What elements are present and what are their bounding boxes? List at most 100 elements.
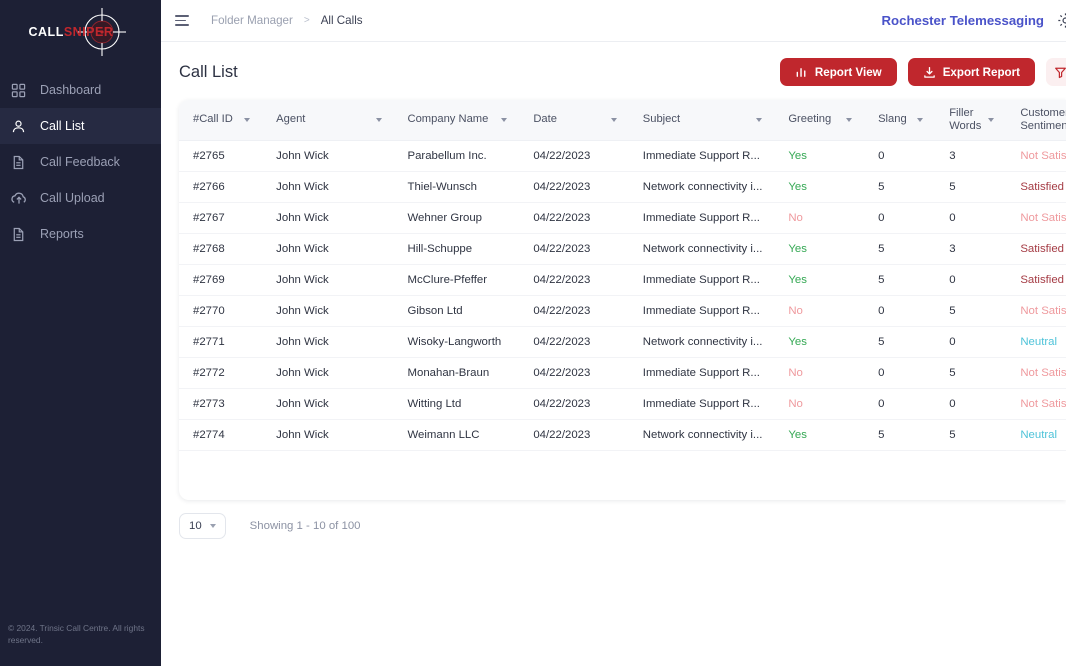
column-header[interactable]: #Call ID bbox=[179, 100, 262, 140]
column-header[interactable]: Greeting bbox=[774, 100, 864, 140]
cell-subject: Network connectivity i... bbox=[629, 171, 775, 202]
cell-call-id: #2774 bbox=[179, 419, 262, 450]
cell-slang: 0 bbox=[864, 295, 935, 326]
column-sort-caret-icon[interactable] bbox=[988, 118, 994, 122]
page-size-select[interactable]: 10 bbox=[179, 513, 226, 539]
cell-subject: Network connectivity i... bbox=[629, 419, 775, 450]
column-header-label: #Call ID bbox=[193, 113, 233, 126]
sidebar-item-call-feedback[interactable]: Call Feedback bbox=[0, 144, 161, 180]
cell-agent: John Wick bbox=[262, 140, 393, 171]
sidebar-item-label: Dashboard bbox=[40, 83, 101, 97]
cell-filler-words: 5 bbox=[935, 295, 1006, 326]
cell-agent: John Wick bbox=[262, 202, 393, 233]
cell-call-id: #2773 bbox=[179, 388, 262, 419]
page-size-value: 10 bbox=[189, 520, 202, 532]
table-row[interactable]: #2774John WickWeimann LLC04/22/2023Netwo… bbox=[179, 419, 1066, 450]
page-actions: Report View Export Report bbox=[780, 58, 1066, 86]
table-row[interactable]: #2770John WickGibson Ltd04/22/2023Immedi… bbox=[179, 295, 1066, 326]
cell-date: 04/22/2023 bbox=[519, 357, 628, 388]
cell-call-id: #2765 bbox=[179, 140, 262, 171]
cell-greeting: No bbox=[774, 295, 864, 326]
cell-company-name: Wehner Group bbox=[394, 202, 520, 233]
cell-greeting: Yes bbox=[774, 171, 864, 202]
cell-filler-words: 0 bbox=[935, 264, 1006, 295]
cell-date: 04/22/2023 bbox=[519, 326, 628, 357]
logo[interactable]: CALLSNIPER bbox=[0, 0, 161, 64]
sidebar-item-reports[interactable]: Reports bbox=[0, 216, 161, 252]
cell-customer-sentiment: Not Satisfied bbox=[1006, 140, 1066, 171]
cell-slang: 0 bbox=[864, 388, 935, 419]
sidebar-item-dashboard[interactable]: Dashboard bbox=[0, 72, 161, 108]
gear-icon[interactable] bbox=[1054, 10, 1066, 32]
cell-company-name: Gibson Ltd bbox=[394, 295, 520, 326]
table-row[interactable]: #2771John WickWisoky-Langworth04/22/2023… bbox=[179, 326, 1066, 357]
cell-filler-words: 5 bbox=[935, 419, 1006, 450]
cell-greeting: Yes bbox=[774, 264, 864, 295]
table-row[interactable]: #2767John WickWehner Group04/22/2023Imme… bbox=[179, 202, 1066, 233]
cell-filler-words: 0 bbox=[935, 388, 1006, 419]
cell-subject: Immediate Support R... bbox=[629, 357, 775, 388]
table-row[interactable]: #2772John WickMonahan-Braun04/22/2023Imm… bbox=[179, 357, 1066, 388]
table-body: #2765John WickParabellum Inc.04/22/2023I… bbox=[179, 140, 1066, 450]
table-row[interactable]: #2766John WickThiel-Wunsch04/22/2023Netw… bbox=[179, 171, 1066, 202]
column-header[interactable]: Filler Words bbox=[935, 100, 1006, 140]
table-row[interactable]: #2769John WickMcClure-Pfeffer04/22/2023I… bbox=[179, 264, 1066, 295]
cell-customer-sentiment: Satisfied bbox=[1006, 171, 1066, 202]
sidebar-item-label: Call List bbox=[40, 119, 84, 133]
column-sort-caret-icon[interactable] bbox=[846, 118, 852, 122]
column-header[interactable]: Slang bbox=[864, 100, 935, 140]
cell-subject: Immediate Support R... bbox=[629, 140, 775, 171]
sidebar-item-call-upload[interactable]: Call Upload bbox=[0, 180, 161, 216]
column-sort-caret-icon[interactable] bbox=[501, 118, 507, 122]
cell-agent: John Wick bbox=[262, 357, 393, 388]
user-icon bbox=[10, 118, 27, 135]
breadcrumb: Folder Manager > All Calls bbox=[211, 14, 363, 27]
cell-filler-words: 3 bbox=[935, 140, 1006, 171]
column-sort-caret-icon[interactable] bbox=[756, 118, 762, 122]
column-header[interactable]: Company Name bbox=[394, 100, 520, 140]
column-header[interactable]: Agent bbox=[262, 100, 393, 140]
breadcrumb-parent[interactable]: Folder Manager bbox=[211, 14, 293, 27]
cell-agent: John Wick bbox=[262, 171, 393, 202]
cell-greeting: No bbox=[774, 202, 864, 233]
cell-customer-sentiment: Not Satisfied bbox=[1006, 295, 1066, 326]
cell-slang: 0 bbox=[864, 202, 935, 233]
column-header[interactable]: Customer Sentiment bbox=[1006, 100, 1066, 140]
cell-subject: Network connectivity i... bbox=[629, 326, 775, 357]
cell-customer-sentiment: Satisfied bbox=[1006, 264, 1066, 295]
cell-date: 04/22/2023 bbox=[519, 419, 628, 450]
column-sort-caret-icon[interactable] bbox=[611, 118, 617, 122]
main-content: Folder Manager > All Calls Rochester Tel… bbox=[161, 0, 1066, 666]
column-sort-caret-icon[interactable] bbox=[917, 118, 923, 122]
funnel-filter-icon bbox=[1054, 66, 1066, 79]
organization-name[interactable]: Rochester Telemessaging bbox=[882, 13, 1044, 28]
column-header-label: Customer Sentiment bbox=[1020, 107, 1066, 133]
cell-subject: Network connectivity i... bbox=[629, 233, 775, 264]
report-view-button[interactable]: Report View bbox=[780, 58, 897, 86]
column-header[interactable]: Subject bbox=[629, 100, 775, 140]
table-header-row: #Call ID AgentCompany NameDateSubject Gree… bbox=[179, 100, 1066, 140]
cell-agent: John Wick bbox=[262, 233, 393, 264]
sidebar-item-call-list[interactable]: Call List bbox=[0, 108, 161, 144]
filter-button[interactable] bbox=[1046, 58, 1066, 86]
cell-greeting: No bbox=[774, 388, 864, 419]
column-header-label: Greeting bbox=[788, 113, 831, 126]
cell-slang: 5 bbox=[864, 326, 935, 357]
column-header[interactable]: Date bbox=[519, 100, 628, 140]
sidebar-item-label: Reports bbox=[40, 227, 84, 241]
cell-call-id: #2766 bbox=[179, 171, 262, 202]
cell-date: 04/22/2023 bbox=[519, 202, 628, 233]
column-header-label: Slang bbox=[878, 113, 907, 126]
table-row[interactable]: #2765John WickParabellum Inc.04/22/2023I… bbox=[179, 140, 1066, 171]
logo-text-call: CALL bbox=[29, 25, 64, 39]
cell-greeting: No bbox=[774, 357, 864, 388]
export-report-button[interactable]: Export Report bbox=[908, 58, 1035, 86]
column-sort-caret-icon[interactable] bbox=[244, 118, 250, 122]
table-row[interactable]: #2773John WickWitting Ltd04/22/2023Immed… bbox=[179, 388, 1066, 419]
table-row[interactable]: #2768John WickHill-Schuppe04/22/2023Netw… bbox=[179, 233, 1066, 264]
export-report-label: Export Report bbox=[943, 66, 1020, 79]
column-sort-caret-icon[interactable] bbox=[376, 118, 382, 122]
pagination-bar: 10 Showing 1 - 10 of 100 « ‹ 1 bbox=[161, 500, 1066, 552]
cell-slang: 0 bbox=[864, 357, 935, 388]
hamburger-icon[interactable] bbox=[175, 12, 193, 30]
